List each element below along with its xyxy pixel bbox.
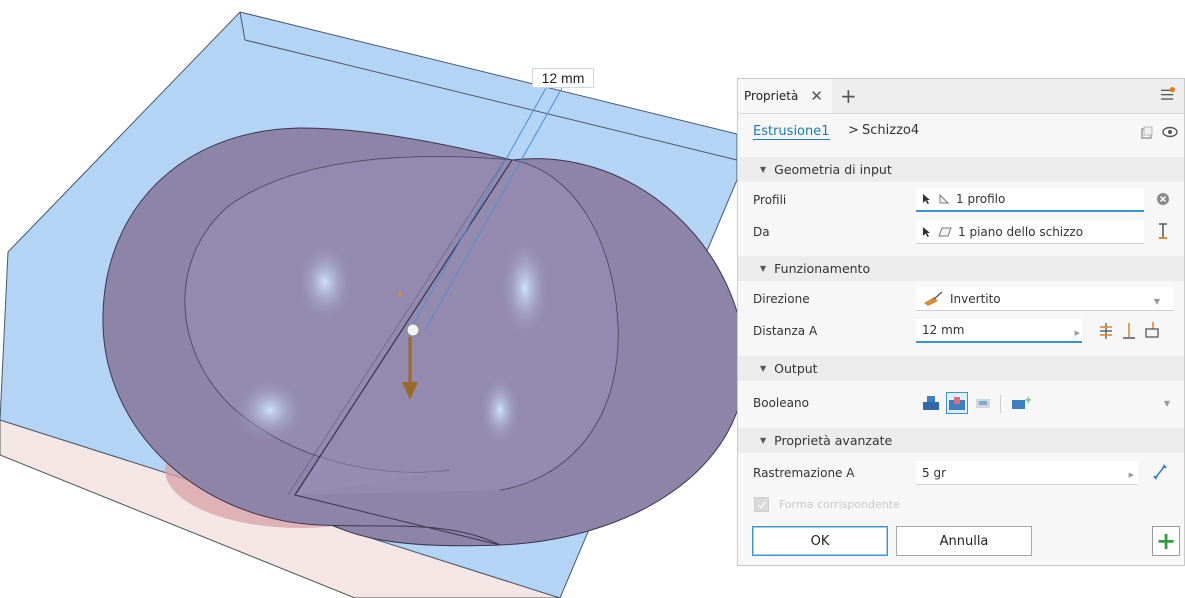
surface-highlight [295,240,355,324]
apply-add-button[interactable]: + [1152,526,1180,556]
match-shape-checkbox[interactable]: Forma corrispondente [754,497,900,512]
menu-icon[interactable] [1160,87,1176,101]
properties-panel: Proprietà ✕ + Estrusione1 > Schizzo4 ▼ G… [737,78,1185,566]
section-title: Funzionamento [774,261,871,276]
section-title: Proprietà avanzate [774,433,893,448]
chevron-down-icon: ▼ [1153,297,1160,306]
separator [1000,395,1001,413]
from-value: 1 piano dello schizzo [958,224,1084,239]
direction-row: Direzione Invertito ▼ [738,283,1184,315]
section-title: Geometria di input [774,162,892,177]
flip-taper-icon[interactable] [1152,463,1168,481]
through-all-icon[interactable] [1144,321,1160,339]
taper-label: Rastremazione A [753,466,855,480]
breadcrumb-separator: > [848,123,859,138]
symmetric-extent-icon[interactable] [1098,322,1114,340]
intersect-button[interactable] [972,392,994,414]
from-selector[interactable]: 1 piano dello schizzo [916,220,1144,244]
tab-properties[interactable]: Proprietà ✕ [738,79,832,113]
from-row: Da 1 piano dello schizzo [738,216,1184,248]
join-icon [923,396,939,410]
collapse-triangle-icon: ▼ [760,436,767,445]
boolean-label: Booleano [753,396,809,410]
surface-highlight [499,233,551,343]
from-label: Da [753,225,770,239]
section-advanced[interactable]: ▼ Proprietà avanzate [738,428,1184,453]
sketch-point [398,292,402,296]
cursor-icon [922,193,932,205]
join-button[interactable] [920,392,942,414]
cancel-button[interactable]: Annulla [896,526,1032,556]
start-extent-icon[interactable] [1156,222,1170,240]
flip-direction-icon [922,291,944,307]
breadcrumb-feature-link[interactable]: Estrusione1 [753,124,830,140]
distance-label: Distanza A [753,324,818,338]
section-output[interactable]: ▼ Output [738,356,1184,381]
profiles-row: Profili 1 profilo [738,184,1184,216]
collapse-triangle-icon: ▼ [760,264,767,273]
distance-input[interactable]: 12 mm ▶ [916,319,1082,343]
plus-icon[interactable]: + [840,84,857,108]
surface-highlight [478,372,522,448]
dimension-label[interactable]: 12 mm [532,68,594,88]
eye-icon[interactable] [1162,126,1178,138]
checkmark-icon [757,500,766,509]
collapse-triangle-icon: ▼ [760,364,767,373]
profile-icon [938,193,950,205]
boolean-row: Booleano + ▼ [738,387,1184,419]
tab-label: Proprietà [744,89,799,103]
intersect-icon [976,399,990,408]
breadcrumb-sketch: Schizzo4 [862,123,920,138]
cursor-icon [922,226,932,238]
profiles-label: Profili [753,193,787,207]
clear-icon[interactable] [1156,192,1170,206]
close-icon[interactable]: ✕ [810,87,823,105]
taper-value: 5 gr [922,465,946,480]
cut-icon [949,397,965,410]
distance-value: 12 mm [922,323,965,337]
collapse-triangle-icon: ▼ [760,165,767,174]
svg-text:+: + [1024,395,1031,406]
checkbox[interactable] [754,497,769,512]
direction-label: Direzione [753,292,810,306]
chevron-right-icon: ▶ [1074,329,1080,337]
profiles-selector[interactable]: 1 profilo [916,188,1144,212]
chevron-right-icon: ▶ [1128,471,1134,479]
match-shape-label: Forma corrispondente [779,498,900,511]
distance-row: Distanza A 12 mm ▶ [738,315,1184,347]
section-title: Output [774,361,818,376]
new-solid-icon: + [1012,395,1031,409]
breadcrumb: Estrusione1 > Schizzo4 [738,113,1184,153]
ok-button[interactable]: OK [752,526,888,556]
manipulator-handle[interactable] [406,323,420,337]
panel-tabbar: Proprietà ✕ + [738,79,1184,114]
surface-highlight [232,376,308,444]
plane-icon [938,227,952,237]
direction-value: Invertito [950,291,1001,306]
taper-input[interactable]: 5 gr ▶ [916,461,1138,485]
section-behavior[interactable]: ▼ Funzionamento [738,256,1184,281]
copy-icon[interactable] [1140,126,1154,140]
taper-row: Rastremazione A 5 gr ▶ [738,457,1184,489]
cut-button[interactable] [946,392,968,414]
to-extent-icon[interactable] [1122,322,1136,340]
plus-icon: + [1155,527,1177,555]
chevron-down-icon[interactable]: ▼ [1164,399,1170,408]
section-input-geometry[interactable]: ▼ Geometria di input [738,157,1184,182]
new-solid-button[interactable]: + [1010,392,1032,414]
profiles-value: 1 profilo [956,192,1006,206]
direction-dropdown[interactable]: Invertito ▼ [916,287,1174,311]
